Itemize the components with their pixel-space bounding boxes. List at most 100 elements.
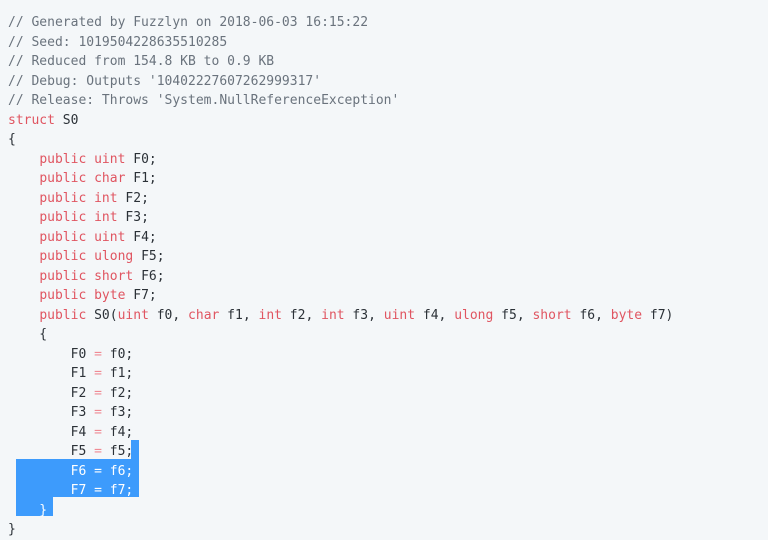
code-token-kw: uint <box>94 229 126 245</box>
code-line: // Debug: Outputs '10402227607262999317' <box>8 72 768 92</box>
code-token-kw: public <box>39 288 87 303</box>
code-line: F2 = f2; <box>8 384 768 404</box>
code-token-id: S0( <box>94 307 118 323</box>
code-token-punc <box>8 249 39 264</box>
code-token-punc <box>86 191 94 206</box>
code-token-kw: int <box>94 210 118 225</box>
code-token-id: F1; <box>133 171 157 186</box>
code-line: struct S0 <box>8 111 768 131</box>
code-token-id: F4; <box>133 229 157 245</box>
code-token-id: F6 <box>8 463 95 479</box>
code-line: F1 = f1; <box>8 364 768 384</box>
code-content[interactable]: // Generated by Fuzzlyn on 2018-06-03 16… <box>0 0 768 540</box>
code-token-id: F0; <box>133 151 157 167</box>
code-token-id: f1; <box>101 366 134 381</box>
code-token-kw: char <box>94 171 126 186</box>
code-token-punc <box>86 269 94 284</box>
code-line: public S0(uint f0, char f1, int f2, int … <box>8 306 768 326</box>
code-token-cmt: // Seed: 1019504228635510285 <box>8 34 228 50</box>
code-line: F6 = f6; <box>8 462 768 482</box>
code-token-punc <box>8 230 39 245</box>
code-token-kw: char <box>188 307 220 323</box>
code-token-id: F7; <box>133 288 157 303</box>
code-line: } <box>8 520 768 540</box>
code-token-kw: public <box>39 249 87 264</box>
code-token-id: F5 <box>8 444 95 459</box>
code-token-id: F3; <box>125 210 149 225</box>
code-token-kw: byte <box>94 288 126 303</box>
code-token-kw: public <box>39 210 87 225</box>
code-token-kw: int <box>94 190 118 206</box>
code-token-punc <box>133 269 141 284</box>
code-token-punc <box>8 288 39 303</box>
code-line: F0 = f0; <box>8 345 768 365</box>
code-line: F4 = f4; <box>8 423 768 443</box>
code-token-id: f2; <box>101 385 134 401</box>
code-token-punc <box>86 152 94 167</box>
code-line: // Reduced from 154.8 KB to 0.9 KB <box>8 52 768 72</box>
code-token-id: f4; <box>101 424 134 440</box>
code-token-kw: short <box>94 268 134 284</box>
code-token-kw: public <box>39 151 87 167</box>
code-token-id: F4 <box>8 424 95 440</box>
code-line: F7 = f7; <box>8 481 768 501</box>
code-token-op: = <box>94 385 102 401</box>
code-token-punc <box>8 269 39 284</box>
code-token-op: = <box>94 444 102 459</box>
code-line: public char F1; <box>8 169 768 189</box>
code-line: // Seed: 1019504228635510285 <box>8 33 768 53</box>
code-token-punc <box>86 249 94 264</box>
code-token-punc <box>8 171 39 186</box>
code-token-op: = <box>94 366 102 381</box>
code-token-kw: int <box>321 307 345 323</box>
code-token-op: = <box>94 346 102 362</box>
code-line: F3 = f3; <box>8 403 768 423</box>
code-token-id: f3, <box>344 307 384 323</box>
code-token-op: = <box>94 463 102 479</box>
code-token-id: f0; <box>101 346 134 362</box>
code-token-punc <box>86 171 94 186</box>
code-token-cmt: // Release: Throws 'System.NullReference… <box>8 93 400 108</box>
code-token-kw: ulong <box>454 307 494 323</box>
code-token-id: F6; <box>141 268 165 284</box>
code-token-kw: public <box>39 190 87 206</box>
code-token-kw: public <box>39 171 87 186</box>
code-token-kw: ulong <box>94 249 134 264</box>
code-token-punc <box>8 210 39 225</box>
code-line: public uint F0; <box>8 150 768 170</box>
code-token-punc: { <box>8 132 16 147</box>
code-token-id: f6; <box>101 463 134 479</box>
code-token-kw: struct <box>8 112 55 128</box>
code-line: public short F6; <box>8 267 768 287</box>
code-token-kw: public <box>39 268 87 284</box>
code-token-id: f2, <box>281 307 322 323</box>
code-token-op: = <box>94 483 102 498</box>
code-token-id: F3 <box>8 405 95 420</box>
code-token-id: f3; <box>101 405 134 420</box>
code-token-id: F2 <box>8 385 95 401</box>
code-line: { <box>8 130 768 150</box>
code-line: { <box>8 325 768 345</box>
code-token-kw: uint <box>117 307 149 323</box>
code-token-punc: { <box>8 327 48 342</box>
code-viewer[interactable]: // Generated by Fuzzlyn on 2018-06-03 16… <box>0 0 768 539</box>
code-token-id: f4, <box>415 307 455 323</box>
code-token-punc <box>8 308 39 323</box>
code-token-id: f0, <box>148 307 189 323</box>
code-token-id: f5; <box>101 444 134 459</box>
code-token-id: f6, <box>571 307 611 323</box>
code-token-id: f7) <box>642 307 674 323</box>
code-token-punc: } <box>8 522 16 537</box>
code-token-id: f1, <box>219 307 259 323</box>
code-line: } <box>8 501 768 521</box>
code-line: public int F3; <box>8 208 768 228</box>
code-token-op: = <box>94 405 102 420</box>
code-token-id: f5, <box>493 307 533 323</box>
code-line: // Generated by Fuzzlyn on 2018-06-03 16… <box>8 13 768 33</box>
code-token-id: F0 <box>8 346 95 362</box>
code-token-id: F5; <box>141 249 165 264</box>
code-token-kw: int <box>258 307 282 323</box>
code-token-kw: public <box>39 229 87 245</box>
code-token-punc <box>8 191 39 206</box>
code-token-punc <box>86 230 94 245</box>
